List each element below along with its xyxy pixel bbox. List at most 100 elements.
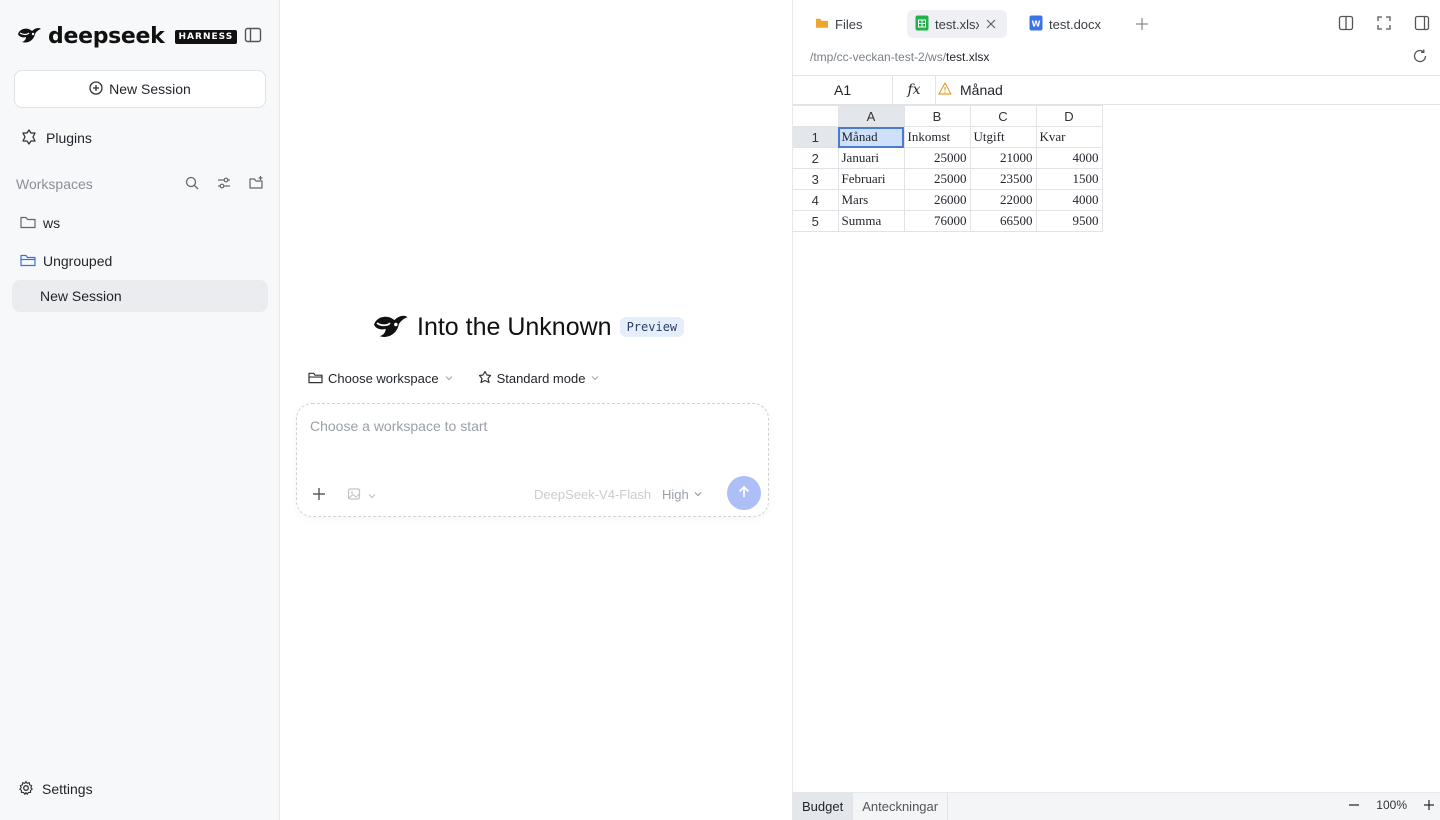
new-session-label: New Session	[109, 81, 191, 97]
plus-icon[interactable]	[311, 486, 327, 502]
split-view-icon[interactable]	[1338, 15, 1354, 31]
cell-reference[interactable]: A1	[793, 75, 893, 105]
workspaces-header: Workspaces	[16, 174, 266, 194]
brand-badge: HARNESS	[174, 30, 238, 44]
file-preview-pane: Files test.xlsx W test.docx /tmp/cc-veck…	[792, 0, 1440, 820]
tab-test-docx[interactable]: W test.docx	[1021, 10, 1109, 38]
cell[interactable]: Summa	[837, 210, 905, 232]
search-icon[interactable]	[184, 175, 202, 193]
filter-sliders-icon[interactable]	[216, 175, 234, 193]
zoom-in-icon[interactable]	[1423, 799, 1435, 811]
cell[interactable]: Januari	[837, 147, 905, 169]
sheet-tabs-bar: Budget Anteckningar 100%	[793, 792, 1440, 820]
row-header[interactable]: 2	[793, 147, 839, 169]
cell[interactable]: 66500	[969, 210, 1037, 232]
sheet-tab-budget[interactable]: Budget	[793, 792, 854, 820]
formula-value[interactable]: Månad	[936, 82, 1003, 98]
column-header[interactable]: A	[837, 105, 905, 127]
chat-area: Into the Unknown Preview Choose workspac…	[281, 0, 792, 820]
cell[interactable]: Mars	[837, 189, 905, 211]
plugins-label: Plugins	[46, 130, 92, 146]
folder-icon	[20, 215, 36, 232]
sheet-icon	[915, 15, 929, 34]
cell[interactable]: 22000	[969, 189, 1037, 211]
row-header[interactable]: 3	[793, 168, 839, 190]
cell[interactable]: 9500	[1035, 210, 1103, 232]
workspace-select[interactable]: Choose workspace	[308, 370, 454, 387]
chevron-down-icon	[367, 488, 377, 504]
settings-link[interactable]: Settings	[18, 779, 93, 799]
folder-icon	[815, 17, 829, 32]
cell[interactable]: Kvar	[1035, 126, 1103, 148]
new-folder-icon[interactable]	[248, 175, 266, 193]
folder-open-icon	[20, 253, 36, 270]
cell[interactable]: Inkomst	[903, 126, 971, 148]
formula-bar: A1 fx Månad	[793, 75, 1440, 105]
cell[interactable]: 25000	[903, 168, 971, 190]
tree-item-ungrouped[interactable]: Ungrouped	[20, 250, 112, 272]
tree-item-ws[interactable]: ws	[20, 212, 60, 234]
cell[interactable]: 4000	[1035, 147, 1103, 169]
spreadsheet-grid: A B C D 1 Månad Inkomst Utgift Kvar 2 Ja…	[793, 105, 1103, 232]
plugins-link[interactable]: Plugins	[20, 128, 92, 148]
mode-icon	[478, 370, 492, 387]
tab-files[interactable]: Files	[807, 10, 893, 38]
mode-select[interactable]: Standard mode	[478, 370, 601, 387]
cell[interactable]: Februari	[837, 168, 905, 190]
workspace-select-label: Choose workspace	[328, 371, 439, 386]
cell[interactable]: 23500	[969, 168, 1037, 190]
word-icon: W	[1029, 15, 1043, 34]
cell[interactable]: Månad	[837, 126, 905, 148]
close-icon[interactable]	[985, 18, 997, 30]
panel-toggle-icon[interactable]	[1414, 15, 1430, 31]
refresh-icon[interactable]	[1412, 48, 1428, 64]
hero-title: Into the Unknown	[417, 312, 612, 341]
workspaces-label: Workspaces	[16, 176, 93, 192]
chevron-down-icon	[693, 487, 703, 502]
cell[interactable]: 21000	[969, 147, 1037, 169]
cell[interactable]: 26000	[903, 189, 971, 211]
table-row: 2 Januari 25000 21000 4000	[793, 147, 1103, 169]
model-select[interactable]: DeepSeek-V4-Flash	[534, 487, 651, 502]
new-session-button[interactable]: New Session	[14, 70, 266, 108]
tree-item-label: Ungrouped	[43, 253, 113, 269]
cell[interactable]: 76000	[903, 210, 971, 232]
grid-corner[interactable]	[793, 105, 839, 127]
column-header[interactable]: D	[1035, 105, 1103, 127]
session-item[interactable]: New Session	[12, 280, 268, 312]
arrow-up-icon	[736, 484, 752, 503]
plugin-icon	[20, 128, 38, 149]
gear-icon	[18, 780, 34, 799]
fullscreen-icon[interactable]	[1376, 15, 1392, 31]
plus-circle-icon	[89, 80, 103, 98]
fx-label: fx	[893, 75, 936, 105]
column-header[interactable]: C	[969, 105, 1037, 127]
row-header[interactable]: 4	[793, 189, 839, 211]
message-input[interactable]	[310, 418, 750, 434]
column-header[interactable]: B	[903, 105, 971, 127]
row-header[interactable]: 5	[793, 210, 839, 232]
zoom-level: 100%	[1376, 798, 1407, 812]
cell[interactable]: 1500	[1035, 168, 1103, 190]
row-header[interactable]: 1	[793, 126, 839, 148]
image-icon	[347, 487, 361, 504]
cell[interactable]: Utgift	[969, 126, 1037, 148]
preview-badge: Preview	[619, 317, 685, 337]
mode-select-label: Standard mode	[496, 371, 586, 386]
cell[interactable]: 25000	[903, 147, 971, 169]
sidebar: deepseek HARNESS New Session Plugins Wor…	[0, 0, 280, 820]
effort-select[interactable]: High	[662, 487, 703, 502]
attachment-menu[interactable]	[347, 487, 377, 504]
send-button[interactable]	[727, 476, 761, 510]
tab-test-xlsx[interactable]: test.xlsx	[907, 10, 1007, 38]
folder-icon	[308, 371, 323, 387]
zoom-out-icon[interactable]	[1348, 799, 1360, 811]
tab-label: test.xlsx	[935, 16, 979, 32]
cell[interactable]: 4000	[1035, 189, 1103, 211]
add-tab-icon[interactable]	[1135, 17, 1149, 31]
chevron-down-icon	[590, 371, 600, 386]
tab-label: test.docx	[1049, 16, 1102, 32]
table-row: 4 Mars 26000 22000 4000	[793, 189, 1103, 211]
sheet-tab-anteckningar[interactable]: Anteckningar	[853, 792, 949, 820]
sidebar-toggle-icon[interactable]	[244, 27, 264, 45]
